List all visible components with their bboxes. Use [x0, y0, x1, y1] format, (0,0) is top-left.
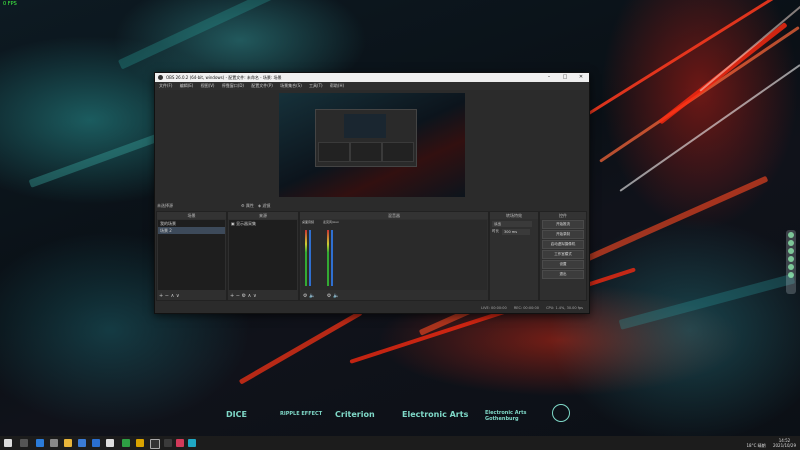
taskview-icon[interactable]	[50, 439, 58, 447]
no-source-label: 未选择源	[157, 203, 173, 208]
cpu-status: CPU: 1.4%, 30.00 fps	[546, 306, 583, 310]
transitions-dock: 转场特效 淡出 时长 300 ms	[489, 211, 539, 301]
app-icon[interactable]	[106, 439, 114, 447]
speaker-icon[interactable]: 🔈	[333, 293, 339, 299]
store-icon[interactable]	[92, 439, 100, 447]
obs-window[interactable]: OBS 26.0.2 (64-bit, windows) - 配置文件: 未命名…	[154, 72, 590, 314]
scene-item[interactable]: 我的场景	[158, 220, 225, 227]
duration-label: 时长	[492, 229, 499, 233]
gear-icon[interactable]: ⚙	[327, 293, 331, 299]
mixer-dock: 混音器 桌面音频 麦克风/Aux ⚙ 🔈 ⚙ 🔈	[299, 211, 489, 301]
add-icon[interactable]: +	[159, 293, 163, 299]
gear-icon[interactable]: ⚙	[303, 293, 307, 299]
source-toolbar: + − ⚙ ∧ ∨	[230, 293, 257, 299]
logo-ea-gothenburg: Electronic Arts Gothenburg	[485, 410, 527, 422]
controls-title: 控件	[540, 212, 586, 219]
logo-dice: DICE	[226, 410, 247, 419]
remove-icon[interactable]: −	[165, 293, 169, 299]
logo-criterion: Criterion	[335, 410, 375, 419]
sources-title: 来源	[228, 212, 298, 219]
status-bar: LIVE: 00:00:00 REC: 00:00:00 CPU: 1.4%, …	[155, 304, 589, 313]
menu-file[interactable]: 文件(F)	[159, 83, 172, 88]
menu-help[interactable]: 帮助(H)	[330, 83, 344, 88]
menu-view[interactable]: 视图(V)	[201, 83, 215, 88]
sources-dock: 来源 ▣ 显示器采集 + − ⚙ ∧ ∨	[227, 211, 299, 301]
taskbar: 18°C 晴朗 14:52 2021/10/29	[0, 436, 800, 450]
move-up-icon[interactable]: ∧	[248, 293, 252, 299]
app-icon[interactable]	[188, 439, 196, 447]
close-icon[interactable]: ✕	[573, 73, 589, 82]
virtual-camera-button[interactable]: 启动虚拟摄像机	[542, 240, 584, 249]
explorer-icon[interactable]	[64, 439, 72, 447]
rec-status: REC: 00:00:00	[513, 306, 539, 310]
edge-icon[interactable]	[36, 439, 44, 447]
volume-slider[interactable]	[331, 230, 333, 286]
app-icon[interactable]	[136, 439, 144, 447]
gear-icon[interactable]: ⚙	[242, 293, 246, 299]
obs-app-icon	[158, 75, 163, 80]
menu-scene-collection[interactable]: 场景集合(S)	[280, 83, 302, 88]
minimize-icon[interactable]: –	[541, 73, 557, 82]
app-icon[interactable]	[122, 439, 130, 447]
move-down-icon[interactable]: ∨	[253, 293, 257, 299]
studio-mode-button[interactable]: 工作室模式	[542, 250, 584, 259]
system-tray: 18°C 晴朗 14:52 2021/10/29	[747, 436, 797, 448]
logo-ripple-effect: RIPPLE EFFECT	[280, 411, 323, 417]
controls-dock: 控件 开始推流 开始录制 启动虚拟摄像机 工作室模式 设置 退出	[539, 211, 587, 301]
source-item[interactable]: ▣ 显示器采集	[229, 220, 297, 227]
nested-preview	[315, 109, 417, 167]
menu-bar: 文件(F) 编辑(E) 视图(V) 停靠窗口(D) 配置文件(P) 场景集合(S…	[155, 82, 589, 90]
settings-button[interactable]: 设置	[542, 260, 584, 269]
volume-meter	[327, 230, 329, 286]
move-up-icon[interactable]: ∧	[171, 293, 175, 299]
app-icon[interactable]	[164, 439, 172, 447]
transition-select[interactable]: 淡出	[492, 221, 532, 227]
menu-tools[interactable]: 工具(T)	[309, 83, 323, 88]
speaker-icon[interactable]: 🔈	[309, 293, 315, 299]
duration-input[interactable]: 300 ms	[502, 229, 530, 235]
gear-icon: ⚙	[241, 203, 245, 208]
menu-docks[interactable]: 停靠窗口(D)	[222, 83, 244, 88]
preview-canvas[interactable]	[279, 93, 465, 197]
scenes-dock: 场景 我的场景 场景 2 + − ∧ ∨	[156, 211, 227, 301]
scene-toolbar: + − ∧ ∨	[159, 293, 180, 299]
clock-date[interactable]: 2021/10/29	[773, 443, 796, 448]
window-title: OBS 26.0.2 (64-bit, windows) - 配置文件: 未命名…	[166, 75, 282, 80]
app-icon[interactable]	[176, 439, 184, 447]
logo-electronic-arts: Electronic Arts	[402, 410, 469, 419]
volume-slider[interactable]	[309, 230, 311, 286]
start-recording-button[interactable]: 开始录制	[542, 230, 584, 239]
volume-meter	[305, 230, 307, 286]
transitions-title: 转场特效	[490, 212, 538, 219]
search-icon[interactable]	[20, 439, 28, 447]
obs-taskbar-icon[interactable]	[150, 439, 160, 449]
move-down-icon[interactable]: ∨	[176, 293, 180, 299]
studio-emblem-icon	[552, 404, 570, 422]
remove-icon[interactable]: −	[236, 293, 240, 299]
fps-counter: 0 FPS	[3, 1, 17, 7]
weather-widget[interactable]: 18°C 晴朗	[747, 443, 766, 448]
mixer-buttons: ⚙ 🔈 ⚙ 🔈	[303, 293, 339, 299]
maximize-icon[interactable]: □	[557, 73, 573, 82]
exit-button[interactable]: 退出	[542, 270, 584, 279]
monitor-icon: ▣	[231, 221, 235, 226]
menu-edit[interactable]: 编辑(E)	[180, 83, 194, 88]
start-icon[interactable]	[4, 439, 12, 447]
side-widget[interactable]	[786, 230, 796, 294]
window-titlebar[interactable]: OBS 26.0.2 (64-bit, windows) - 配置文件: 未命名…	[155, 73, 589, 82]
start-streaming-button[interactable]: 开始推流	[542, 220, 584, 229]
add-icon[interactable]: +	[230, 293, 234, 299]
menu-profile[interactable]: 配置文件(P)	[251, 83, 273, 88]
properties-button[interactable]: ⚙ 属性	[241, 203, 254, 209]
channel-mic-aux: 麦克风/Aux	[323, 220, 339, 224]
live-status: LIVE: 00:00:00	[481, 306, 507, 310]
mixer-title: 混音器	[300, 212, 488, 219]
mail-icon[interactable]	[78, 439, 86, 447]
scenes-title: 场景	[157, 212, 226, 219]
scene-item[interactable]: 场景 2	[158, 227, 225, 234]
channel-desktop-audio: 桌面音频	[302, 220, 315, 224]
filter-icon: ◈	[258, 203, 262, 208]
filters-button[interactable]: ◈ 滤镜	[258, 203, 270, 209]
